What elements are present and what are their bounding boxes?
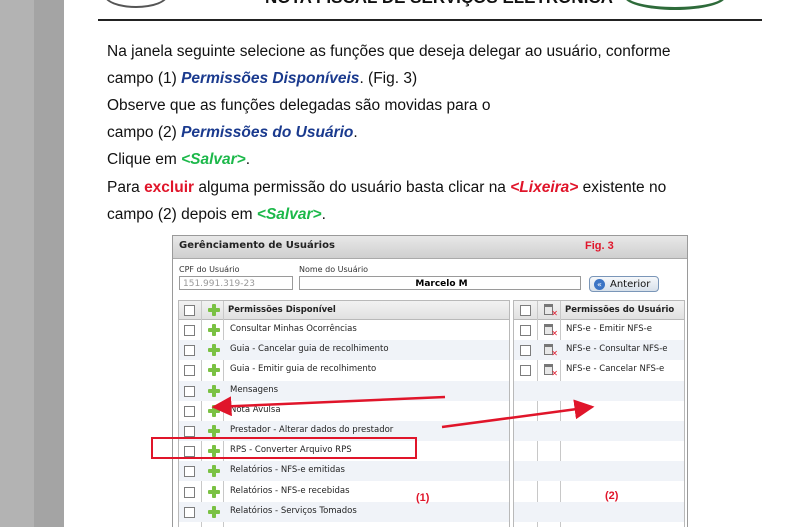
arrow-to-plus	[211, 395, 446, 417]
page-shadow	[34, 0, 64, 527]
document-page: NOTA FISCAL DE SERVIÇOS ELETRÔNICA Na ja…	[64, 0, 788, 527]
arrow-to-user-list	[441, 399, 595, 429]
arrows-overlay	[211, 395, 595, 429]
window-gutter	[0, 0, 35, 527]
